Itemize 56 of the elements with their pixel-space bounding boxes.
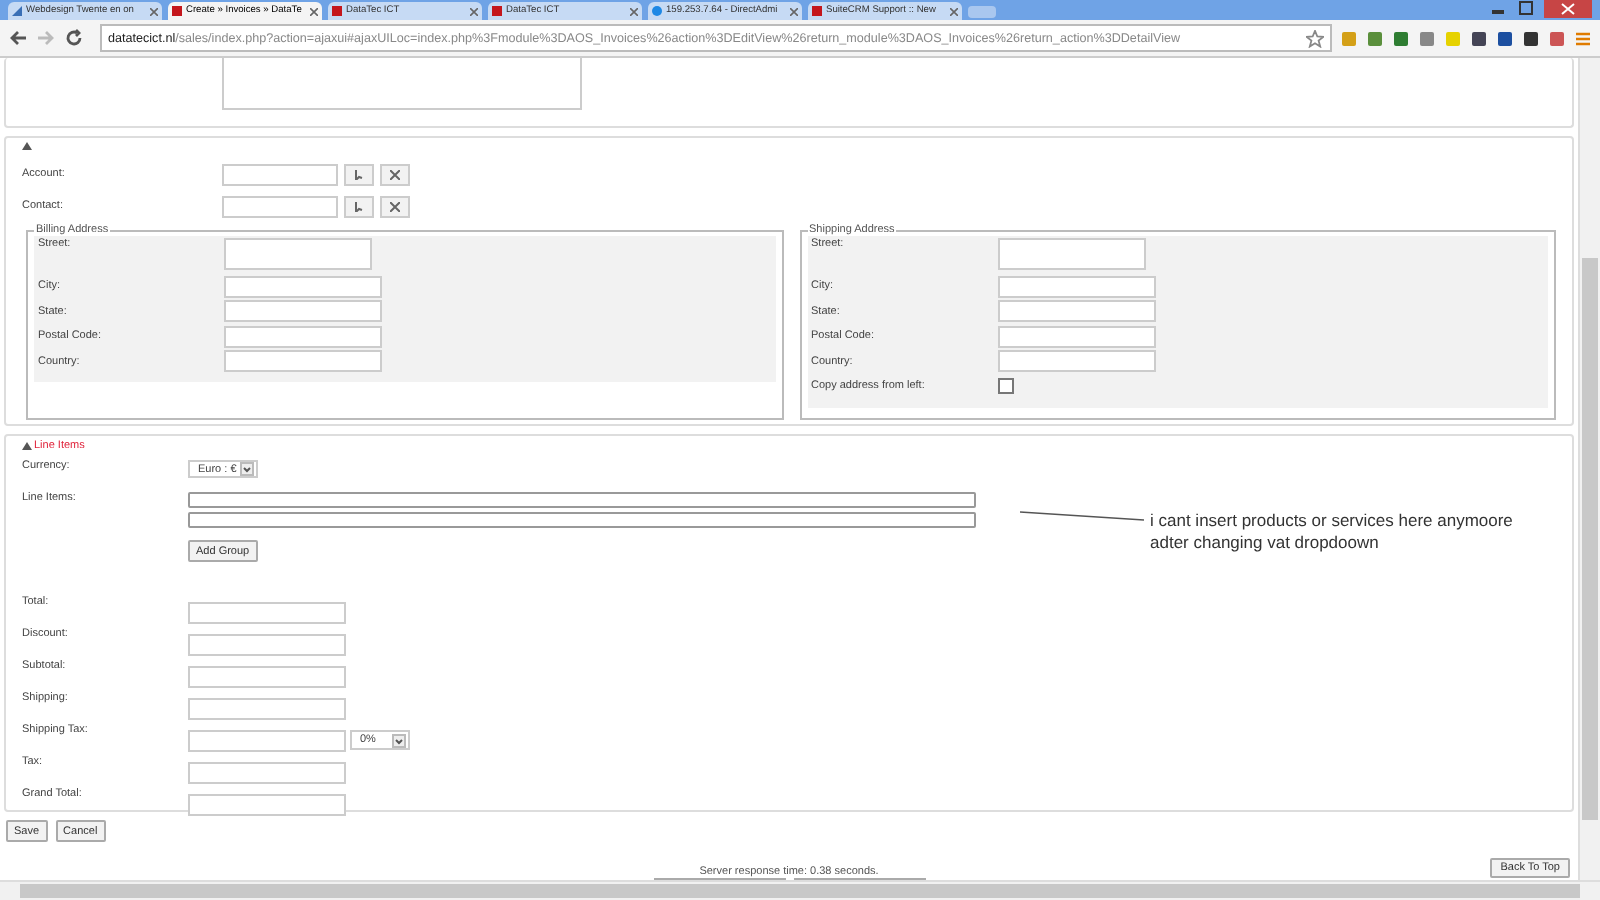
cursor-icon bbox=[354, 169, 364, 179]
vertical-scrollbar[interactable] bbox=[1578, 58, 1600, 880]
close-tab-icon[interactable] bbox=[790, 7, 798, 15]
close-icon bbox=[390, 201, 400, 211]
input-field[interactable] bbox=[188, 665, 346, 687]
input-field[interactable] bbox=[224, 325, 382, 348]
input-field[interactable] bbox=[188, 793, 346, 815]
select-button[interactable] bbox=[344, 163, 374, 185]
text-area[interactable] bbox=[224, 238, 372, 270]
input-field[interactable] bbox=[188, 697, 346, 719]
input-field[interactable] bbox=[188, 633, 346, 655]
checkbox[interactable] bbox=[997, 378, 1013, 395]
reload-icon[interactable] bbox=[64, 28, 84, 48]
close-tab-icon[interactable] bbox=[950, 7, 958, 15]
restore-icon[interactable] bbox=[1516, 0, 1536, 16]
input-field[interactable] bbox=[224, 275, 382, 298]
caret-icon bbox=[392, 733, 406, 747]
forward-icon[interactable] bbox=[36, 28, 56, 48]
back-icon[interactable] bbox=[8, 28, 28, 48]
leader-line bbox=[1020, 510, 1144, 522]
input-field[interactable] bbox=[997, 300, 1155, 323]
input-field[interactable] bbox=[188, 761, 346, 783]
site-icon bbox=[332, 6, 342, 16]
input-field[interactable] bbox=[997, 275, 1155, 298]
menu-icon[interactable] bbox=[1574, 29, 1592, 47]
site-icon bbox=[172, 6, 182, 16]
horizontal-scrollbar[interactable] bbox=[0, 880, 1600, 900]
close-icon bbox=[390, 169, 400, 179]
clear-button[interactable] bbox=[380, 163, 410, 185]
clear-button[interactable] bbox=[380, 195, 410, 217]
close-tab-icon[interactable] bbox=[630, 7, 638, 15]
input-field[interactable] bbox=[188, 729, 346, 751]
collapse-icon[interactable] bbox=[22, 142, 32, 150]
text-area[interactable] bbox=[997, 238, 1145, 270]
close-tab-icon[interactable] bbox=[310, 7, 318, 15]
input-field[interactable] bbox=[188, 601, 346, 623]
collapse-icon[interactable] bbox=[22, 442, 32, 450]
input-field[interactable] bbox=[224, 350, 382, 373]
select-button[interactable] bbox=[344, 195, 374, 217]
close-icon[interactable] bbox=[1544, 0, 1592, 18]
cursor-icon bbox=[354, 201, 364, 211]
caret-icon bbox=[240, 462, 255, 476]
input-field[interactable] bbox=[997, 350, 1155, 373]
input-field[interactable] bbox=[222, 195, 338, 217]
star-icon[interactable] bbox=[1306, 29, 1324, 47]
globe-icon bbox=[652, 6, 662, 16]
site-icon bbox=[812, 6, 822, 16]
site-icon bbox=[492, 6, 502, 16]
annotation-text: i cant insert products or services here anymoore adter changing vat dropdoown bbox=[1150, 510, 1513, 554]
close-tab-icon[interactable] bbox=[150, 7, 158, 15]
input-field[interactable] bbox=[222, 163, 338, 185]
chart-icon bbox=[12, 6, 22, 16]
input-field[interactable] bbox=[224, 300, 382, 323]
text-area[interactable] bbox=[222, 58, 582, 110]
close-tab-icon[interactable] bbox=[470, 7, 478, 15]
input-field[interactable] bbox=[997, 325, 1155, 348]
